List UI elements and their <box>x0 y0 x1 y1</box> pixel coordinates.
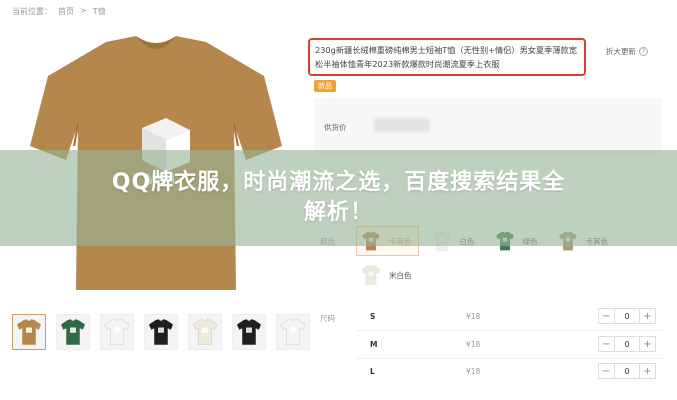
size-name: L <box>370 366 375 376</box>
price-value-blurred <box>374 118 430 132</box>
quantity-stepper: −0 + <box>598 363 656 379</box>
quantity-stepper: −0 + <box>598 336 656 352</box>
increase-button[interactable]: + <box>640 337 655 351</box>
color-swatch-icon <box>359 263 383 287</box>
breadcrumb-home-link[interactable]: 首页 <box>58 6 74 17</box>
row-divider <box>356 330 662 331</box>
quantity-input[interactable]: 0 <box>614 309 640 323</box>
update-notice-label: 折大更新 <box>606 47 636 56</box>
thumbnail-5[interactable] <box>188 314 222 350</box>
product-title: 230g新疆长绒棉重磅纯棉男士短袖T恤（无性别+情侣）男女夏季薄款宽松半袖体恤青… <box>308 38 586 76</box>
headline-line-1: QQ牌衣服，时尚潮流之选，百度搜索结果全 <box>111 170 566 195</box>
size-name: M <box>370 339 378 349</box>
thumbnail-6[interactable] <box>232 314 266 350</box>
size-price: ¥18 <box>466 311 481 321</box>
new-badge: 新品 <box>314 80 336 92</box>
thumbnail-4[interactable] <box>144 314 178 350</box>
row-divider <box>356 358 662 359</box>
breadcrumb-prefix: 当前位置： <box>12 7 52 16</box>
size-row: S ¥18 −0 + <box>356 306 662 326</box>
size-row: M ¥18 −0 + <box>356 334 662 354</box>
thumbnail-2[interactable] <box>56 314 90 350</box>
thumbnail-strip <box>12 314 310 350</box>
size-row: L ¥18 −0 + <box>356 361 662 381</box>
decrease-button[interactable]: − <box>599 309 614 323</box>
quantity-input[interactable]: 0 <box>614 364 640 378</box>
decrease-button[interactable]: − <box>599 364 614 378</box>
color-option-5[interactable]: 米白色 <box>356 260 419 290</box>
headline-line-2: 解析！ <box>303 200 373 225</box>
price-panel: 供货价 <box>314 98 662 154</box>
thumbnail-7[interactable] <box>276 314 310 350</box>
size-label: 尺码 <box>320 314 335 323</box>
color-option-label: 米白色 <box>389 270 412 280</box>
headline-overlay: QQ牌衣服，时尚潮流之选，百度搜索结果全 解析！ <box>0 150 677 246</box>
breadcrumb: 当前位置： 首页 > T恤 <box>12 6 106 17</box>
help-icon[interactable]: ? <box>639 47 648 56</box>
quantity-stepper: −0 + <box>598 308 656 324</box>
thumbnail-1[interactable] <box>12 314 46 350</box>
size-price: ¥18 <box>466 366 481 376</box>
increase-button[interactable]: + <box>640 364 655 378</box>
update-notice[interactable]: 折大更新 ? <box>606 46 648 57</box>
price-label: 供货价 <box>324 123 347 132</box>
size-price: ¥18 <box>466 339 481 349</box>
size-name: S <box>370 311 376 321</box>
quantity-input[interactable]: 0 <box>614 337 640 351</box>
breadcrumb-current: T恤 <box>92 7 106 16</box>
thumbnail-3[interactable] <box>100 314 134 350</box>
breadcrumb-separator: > <box>80 6 87 15</box>
decrease-button[interactable]: − <box>599 337 614 351</box>
increase-button[interactable]: + <box>640 309 655 323</box>
